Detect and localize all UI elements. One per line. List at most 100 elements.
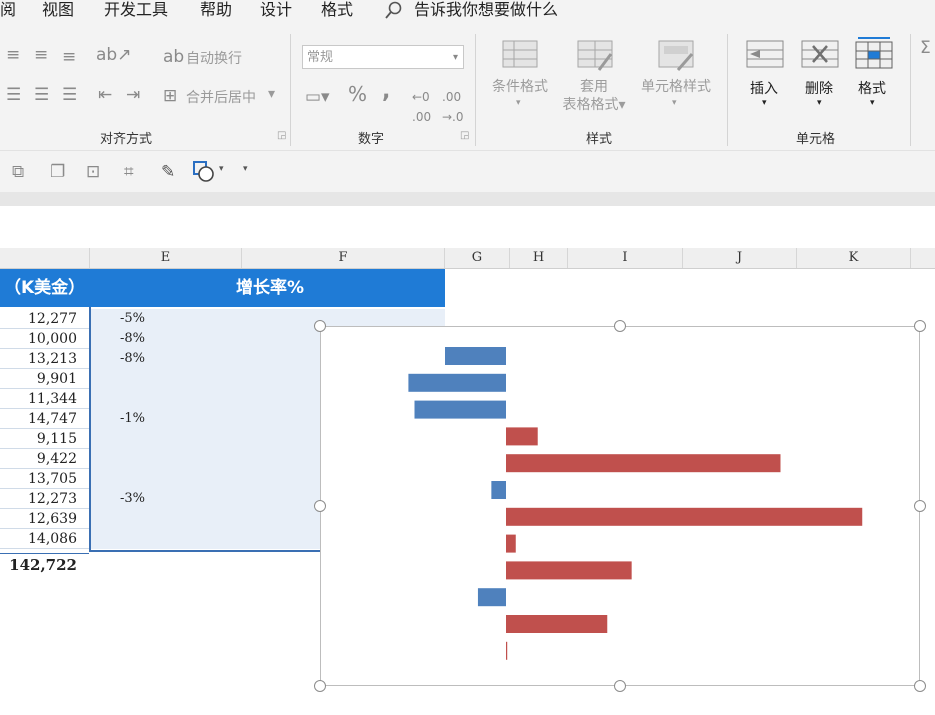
customize-toolbar-icon[interactable]: ▾	[243, 164, 248, 174]
format-as-table-button[interactable]: 套用 表格格式▾	[558, 78, 630, 114]
growth-rate-chart[interactable]	[320, 326, 920, 686]
resize-handle-bottom[interactable]	[614, 680, 626, 692]
align-middle-icon[interactable]: ≡	[34, 45, 48, 65]
align-top-icon[interactable]: ≡	[6, 45, 20, 65]
alignment-group-label: 对齐方式	[100, 132, 153, 147]
tell-me-input[interactable]: 告诉我你想要做什么	[414, 0, 558, 22]
number-format-select[interactable]: 常规 ▾	[302, 45, 464, 69]
chart-bar[interactable]	[414, 400, 507, 419]
chevron-down-icon[interactable]: ▾	[219, 164, 224, 174]
cell-styles-button[interactable]: 单元格样式	[636, 78, 716, 96]
format-cells-icon	[855, 36, 893, 74]
menu-format[interactable]: 格式	[321, 0, 353, 22]
amount-cell[interactable]: 12,639	[0, 509, 89, 529]
group-objects-icon[interactable]: ⧉	[12, 162, 24, 182]
resize-handle-left[interactable]	[314, 500, 326, 512]
column-header-g[interactable]: G	[445, 248, 510, 268]
menu-developer[interactable]: 开发工具	[104, 0, 168, 22]
column-header-e[interactable]: E	[90, 248, 242, 268]
chart-bar[interactable]	[491, 481, 506, 499]
drawing-toolbar: ⧉ ❐ ⊡ ⌗ ✎ ▾ ▾	[0, 150, 935, 193]
align-left-icon[interactable]: ☰	[6, 85, 21, 105]
chart-bar[interactable]	[408, 373, 506, 392]
ribbon-bottom-border	[0, 192, 935, 206]
conditional-format-icon	[502, 40, 538, 74]
increase-indent-icon[interactable]: ⇥	[126, 85, 140, 105]
amount-cell[interactable]: 10,000	[0, 329, 89, 349]
accounting-format-icon[interactable]: ▭▾	[305, 87, 330, 107]
menu-design[interactable]: 设计	[260, 0, 292, 22]
column-header-h[interactable]: H	[510, 248, 568, 268]
format-button[interactable]: 格式	[858, 78, 886, 98]
amount-cell[interactable]: 12,277	[0, 309, 89, 329]
column-header-f[interactable]: F	[242, 248, 445, 268]
divider	[290, 34, 291, 146]
amount-cell[interactable]: 9,115	[0, 429, 89, 449]
decrease-indent-icon[interactable]: ⇤	[98, 85, 112, 105]
formula-bar[interactable]	[0, 206, 935, 236]
amount-cell[interactable]: 11,344	[0, 389, 89, 409]
comma-style-icon[interactable]: ,	[382, 81, 390, 103]
amount-cell[interactable]: 13,705	[0, 469, 89, 489]
chart-bar[interactable]	[506, 561, 632, 580]
bar-chart-svg	[408, 347, 863, 660]
resize-handle-top-left[interactable]	[314, 320, 326, 332]
column-header-row: E F G H I J K	[0, 248, 935, 269]
amount-cell[interactable]: 9,422	[0, 449, 89, 469]
amount-cell[interactable]: 9,901	[0, 369, 89, 389]
resize-handle-top-right[interactable]	[914, 320, 926, 332]
delete-button[interactable]: 删除	[805, 78, 833, 98]
format-as-table-icon	[577, 40, 613, 76]
search-icon[interactable]	[384, 0, 404, 24]
amount-cell[interactable]: 12,273	[0, 489, 89, 509]
align-center-icon[interactable]: ☰	[34, 85, 49, 105]
column-header-k[interactable]: K	[797, 248, 911, 268]
align-bottom-icon[interactable]: ≡	[62, 47, 76, 67]
shape-outline-icon[interactable]	[193, 161, 215, 187]
chart-bar[interactable]	[477, 588, 506, 607]
decrease-decimal-icon[interactable]: .00 →.0	[442, 87, 464, 127]
merge-dropdown-icon[interactable]: ▾	[268, 86, 275, 102]
merge-center-button[interactable]: 合并后居中	[186, 87, 256, 107]
menu-review[interactable]: 阅	[0, 0, 16, 22]
amount-cell[interactable]: 14,747	[0, 409, 89, 429]
bring-forward-icon[interactable]: ❐	[50, 162, 65, 182]
chart-bar[interactable]	[506, 427, 538, 446]
resize-handle-right[interactable]	[914, 500, 926, 512]
column-header-i[interactable]: I	[568, 248, 683, 268]
align-objects-icon[interactable]: ⊡	[86, 162, 100, 182]
amount-cell[interactable]: 14,086	[0, 529, 89, 549]
chart-bar[interactable]	[506, 615, 608, 633]
orientation-icon[interactable]: ab↗	[96, 45, 131, 65]
percent-style-icon[interactable]: %	[348, 84, 367, 104]
shape-fill-icon[interactable]: ✎	[161, 162, 175, 182]
column-header-j[interactable]: J	[683, 248, 797, 268]
conditional-format-button[interactable]: 条件格式	[488, 78, 552, 96]
resize-handle-bottom-left[interactable]	[314, 680, 326, 692]
chart-bar[interactable]	[506, 641, 508, 660]
chart-bar[interactable]	[506, 454, 781, 473]
column-header-d[interactable]	[0, 248, 90, 268]
chart-bar[interactable]	[506, 534, 516, 553]
resize-handle-top[interactable]	[614, 320, 626, 332]
header-amount[interactable]: （K美金）	[4, 269, 85, 307]
alignment-launcher-icon[interactable]: ◲	[277, 130, 286, 141]
total-cell[interactable]: 142,722	[0, 553, 89, 575]
header-growth-rate[interactable]: 增长率%	[236, 269, 304, 307]
sum-icon[interactable]: Σ	[920, 38, 931, 58]
chart-bar[interactable]	[445, 347, 506, 365]
divider	[727, 34, 728, 146]
insert-button[interactable]: 插入	[750, 78, 778, 98]
wrap-text-button[interactable]: 自动换行	[186, 48, 242, 68]
cell-styles-icon	[658, 40, 694, 76]
insert-cells-icon	[746, 40, 784, 74]
align-right-icon[interactable]: ☰	[62, 85, 77, 105]
chart-bar[interactable]	[506, 507, 863, 526]
select-objects-icon[interactable]: ⌗	[124, 162, 134, 182]
menu-help[interactable]: 帮助	[200, 0, 232, 22]
menu-view[interactable]: 视图	[42, 0, 74, 22]
amount-cell[interactable]: 13,213	[0, 349, 89, 369]
increase-decimal-icon[interactable]: ←0.00	[412, 87, 431, 127]
number-launcher-icon[interactable]: ◲	[460, 130, 469, 141]
resize-handle-bottom-right[interactable]	[914, 680, 926, 692]
